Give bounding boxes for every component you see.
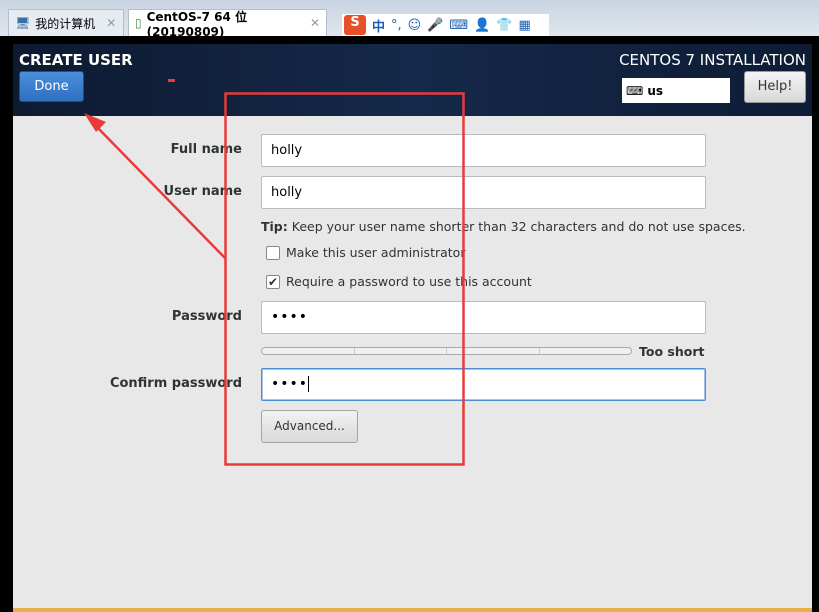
ime-mode[interactable]: 中 xyxy=(372,16,385,35)
tab-label: 我的计算机 xyxy=(35,16,96,31)
grid-icon[interactable]: ▦ xyxy=(519,18,531,33)
microphone-icon[interactable]: 🎤 xyxy=(427,18,443,33)
text-cursor xyxy=(308,376,310,392)
vm-icon: ▯ xyxy=(135,16,142,30)
admin-checkbox[interactable]: Make this user administrator xyxy=(266,245,465,260)
done-button[interactable]: Done xyxy=(19,71,84,102)
page-title: CREATE USER xyxy=(19,51,133,69)
full-name-input[interactable]: holly xyxy=(261,134,706,167)
sogou-logo-icon[interactable]: S xyxy=(344,15,366,35)
skin-icon[interactable]: 👕 xyxy=(496,18,512,33)
tab-centos[interactable]: ▯ CentOS-7 64 位(20190809) ✕ xyxy=(128,9,327,39)
checkmark-icon[interactable]: ✔ xyxy=(266,274,280,289)
confirm-password-label: Confirm password xyxy=(109,376,242,391)
require-password-checkbox[interactable]: ✔ Require a password to use this account xyxy=(266,274,532,289)
user-name-label: User name xyxy=(163,184,242,199)
user-name-input[interactable]: holly xyxy=(261,176,706,209)
password-strength-bar xyxy=(261,347,632,355)
help-button[interactable]: Help! xyxy=(744,71,806,103)
tab-bar: 🖥 我的计算机 ✕ ▯ CentOS-7 64 位(20190809) ✕ S … xyxy=(0,0,819,39)
keyboard-icon[interactable]: ⌨ xyxy=(449,18,468,33)
username-tip: Tip: Keep your user name shorter than 32… xyxy=(261,219,746,234)
installation-title: CENTOS 7 INSTALLATION xyxy=(619,51,806,69)
close-icon[interactable]: ✕ xyxy=(106,16,116,30)
password-strength-text: Too short xyxy=(639,344,705,359)
close-icon[interactable]: ✕ xyxy=(310,16,320,30)
full-name-label: Full name xyxy=(170,142,242,157)
password-label: Password xyxy=(171,309,242,324)
checkbox-unchecked[interactable] xyxy=(266,245,280,260)
bottom-bar xyxy=(13,608,812,612)
monitor-icon: 🖥 xyxy=(15,16,31,30)
keyboard-icon: ⌨ xyxy=(626,83,644,98)
confirm-password-input[interactable]: •••• xyxy=(261,368,706,401)
punctuation-icon[interactable]: °, xyxy=(391,18,402,33)
header: CREATE USER Done CENTOS 7 INSTALLATION ⌨… xyxy=(13,44,812,116)
advanced-button[interactable]: Advanced... xyxy=(261,410,358,443)
tab-my-computer[interactable]: 🖥 我的计算机 ✕ xyxy=(8,9,124,36)
user-icon[interactable]: 👤 xyxy=(474,18,490,33)
tab-label: CentOS-7 64 位(20190809) xyxy=(146,9,248,39)
keyboard-layout-indicator[interactable]: ⌨ us xyxy=(622,78,730,103)
emoji-icon[interactable]: ☺ xyxy=(408,18,422,33)
password-input[interactable]: •••• xyxy=(261,301,706,334)
ime-toolbar: S 中 °, ☺ 🎤 ⌨ 👤 👕 ▦ xyxy=(342,14,549,36)
